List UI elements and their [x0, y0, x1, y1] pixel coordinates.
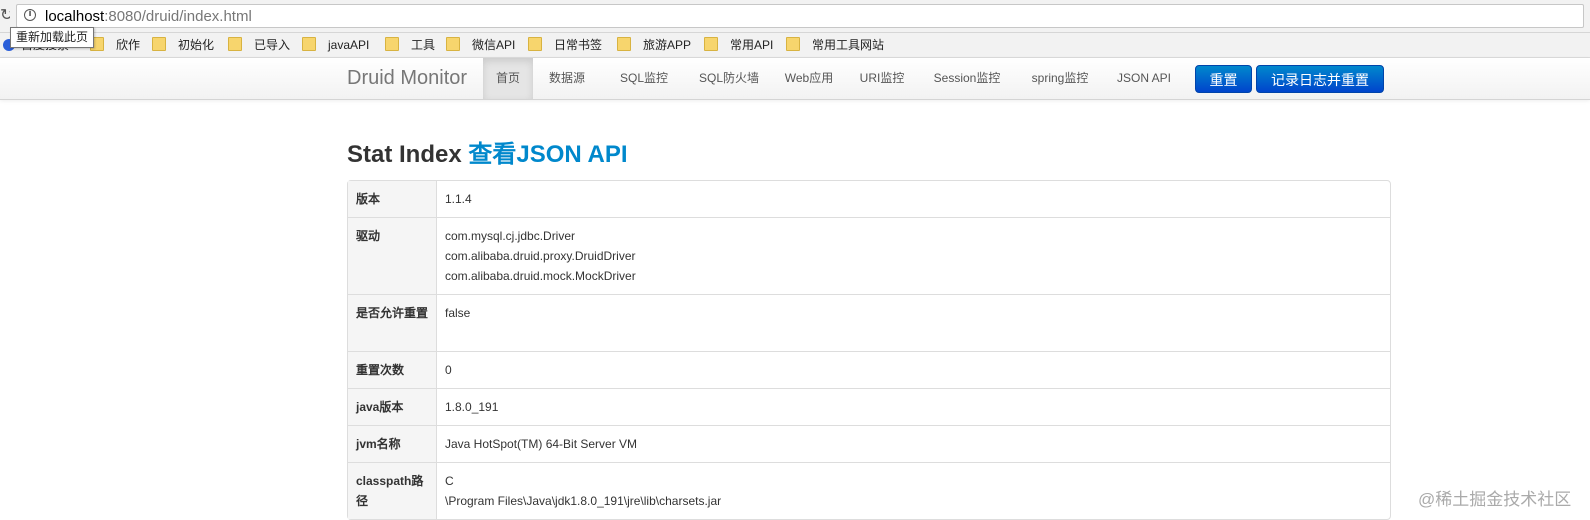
- bookmark-item[interactable]: 工具: [385, 36, 435, 54]
- bookmark-item[interactable]: 日常书签: [528, 36, 602, 54]
- table-row: 是否允许重置 false: [348, 294, 1390, 351]
- table-row: 版本 1.1.4: [348, 181, 1390, 217]
- row-key-version: 版本: [348, 181, 437, 217]
- row-val-java-version: 1.8.0_191: [437, 388, 1390, 425]
- bookmark-item[interactable]: javaAPI: [302, 36, 369, 54]
- bookmark-item[interactable]: 常用API: [704, 36, 773, 54]
- bookmark-item[interactable]: 旅游APP: [617, 36, 691, 54]
- folder-icon: [302, 37, 316, 51]
- brand-title[interactable]: Druid Monitor: [347, 67, 467, 90]
- row-val-jvm-name: Java HotSpot(TM) 64-Bit Server VM: [437, 425, 1390, 462]
- watermark: @稀土掘金技术社区: [1418, 490, 1572, 509]
- folder-icon: [704, 37, 718, 51]
- nav-home[interactable]: 首页: [483, 58, 533, 99]
- driver-line: com.alibaba.druid.mock.MockDriver: [445, 269, 636, 283]
- bookmark-item[interactable]: 已导入: [228, 36, 290, 54]
- row-key-classpath: classpath路径: [348, 462, 437, 519]
- bookmark-item[interactable]: 欣作: [90, 36, 140, 54]
- druid-navbar: Druid Monitor 首页 数据源 SQL监控 SQL防火墙 Web应用 …: [0, 58, 1590, 100]
- folder-icon: [617, 37, 631, 51]
- row-val-reset-enable: false: [437, 294, 1390, 351]
- stat-index-table: 版本 1.1.4 驱动 com.mysql.cj.jdbc.Driver com…: [347, 180, 1391, 520]
- folder-icon: [228, 37, 242, 51]
- nav-sql-monitor[interactable]: SQL监控: [610, 58, 678, 99]
- reset-button[interactable]: 重置: [1195, 65, 1252, 93]
- nav-spring-monitor[interactable]: spring监控: [1020, 58, 1100, 99]
- table-row: jvm名称 Java HotSpot(TM) 64-Bit Server VM: [348, 425, 1390, 462]
- nav-sql-firewall[interactable]: SQL防火墙: [688, 58, 770, 99]
- table-row: 重置次数 0: [348, 351, 1390, 388]
- row-val-classpath: C \Program Files\Java\jdk1.8.0_191\jre\l…: [437, 462, 1390, 519]
- url-text: localhost:8080/druid/index.html: [45, 8, 252, 25]
- nav-json-api[interactable]: JSON API: [1110, 58, 1178, 99]
- classpath-line: \Program Files\Java\jdk1.8.0_191\jre\lib…: [445, 494, 722, 508]
- info-icon[interactable]: i: [24, 9, 36, 21]
- nav-uri-monitor[interactable]: URI监控: [850, 58, 914, 99]
- driver-line: com.mysql.cj.jdbc.Driver: [445, 229, 576, 243]
- row-val-driver: com.mysql.cj.jdbc.Driver com.alibaba.dru…: [437, 217, 1390, 294]
- row-key-jvm-name: jvm名称: [348, 425, 437, 462]
- reload-tooltip: 重新加载此页: [10, 27, 95, 48]
- row-key-reset-count: 重置次数: [348, 351, 437, 388]
- bookmark-item[interactable]: 微信API: [446, 36, 515, 54]
- row-key-reset-enable: 是否允许重置: [348, 294, 437, 351]
- folder-icon: [385, 37, 399, 51]
- driver-line: com.alibaba.druid.proxy.DruidDriver: [445, 249, 636, 263]
- json-api-link[interactable]: 查看JSON API: [468, 141, 627, 168]
- classpath-line: C: [445, 474, 454, 488]
- folder-icon: [152, 37, 166, 51]
- page-title: Stat Index 查看JSON API: [347, 141, 628, 168]
- nav-session-monitor[interactable]: Session监控: [924, 58, 1010, 99]
- folder-icon: [446, 37, 460, 51]
- row-key-java-version: java版本: [348, 388, 437, 425]
- folder-icon: [528, 37, 542, 51]
- folder-icon: [786, 37, 800, 51]
- row-val-reset-count: 0: [437, 351, 1390, 388]
- row-val-version: 1.1.4: [445, 192, 472, 206]
- table-row: classpath路径 C \Program Files\Java\jdk1.8…: [348, 462, 1390, 519]
- bookmark-item[interactable]: 常用工具网站: [786, 36, 884, 54]
- table-row: java版本 1.8.0_191: [348, 388, 1390, 425]
- row-key-driver: 驱动: [348, 217, 437, 294]
- address-bar[interactable]: i localhost:8080/druid/index.html: [16, 4, 1584, 28]
- table-row: 驱动 com.mysql.cj.jdbc.Driver com.alibaba.…: [348, 217, 1390, 294]
- nav-web-app[interactable]: Web应用: [778, 58, 840, 99]
- reload-icon[interactable]: ↻: [0, 6, 10, 26]
- nav-datasource[interactable]: 数据源: [538, 58, 596, 99]
- browser-address-row: ↻ i localhost:8080/druid/index.html: [0, 0, 1590, 33]
- log-and-reset-button[interactable]: 记录日志并重置: [1256, 65, 1384, 93]
- bookmarks-bar: 百度搜索 欣作 初始化 已导入 javaAPI 工具 微信API 日常书签 旅游…: [0, 33, 1590, 58]
- bookmark-item[interactable]: 初始化: [152, 36, 214, 54]
